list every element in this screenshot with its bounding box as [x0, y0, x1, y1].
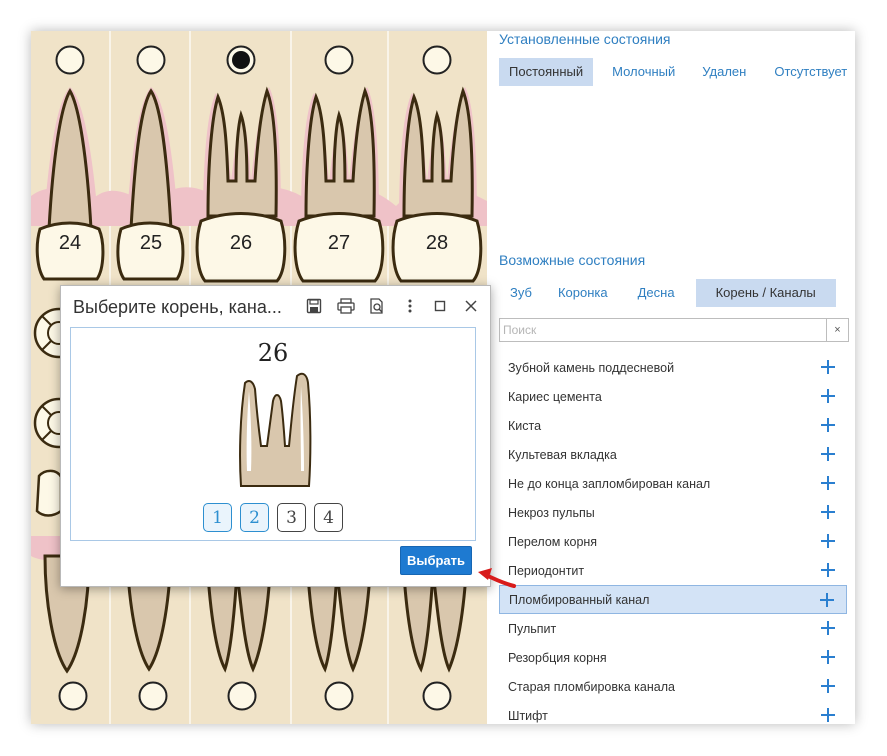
add-icon[interactable]	[821, 418, 835, 432]
list-item-label: Некроз пульпы	[508, 505, 595, 520]
print-icon[interactable]	[336, 296, 356, 316]
list-item-label: Периодонтит	[508, 563, 585, 578]
tab-root-canals[interactable]: Корень / Каналы	[695, 279, 836, 307]
tab-permanent[interactable]: Постоянный	[499, 58, 594, 86]
tooth-status-marker[interactable]	[227, 681, 257, 711]
tooth-number-24: 24	[59, 232, 81, 254]
list-item[interactable]: Киста	[499, 411, 847, 440]
more-options-icon[interactable]	[400, 296, 420, 316]
dialog-content: 26 1 2 3 4	[70, 327, 476, 541]
tooth-status-marker[interactable]	[422, 681, 452, 711]
dialog-title: Выберите корень, кана...	[73, 297, 282, 317]
lower-status-markers	[58, 681, 452, 711]
add-icon[interactable]	[821, 621, 835, 635]
add-icon[interactable]	[821, 708, 835, 722]
possible-states-list: Зубной камень поддесневой Кариес цемента…	[499, 353, 847, 724]
list-item-label: Резорбция корня	[508, 650, 607, 665]
list-item[interactable]: Пульпит	[499, 614, 847, 643]
tooth-number-25: 25	[140, 232, 162, 254]
tooth-number-26: 26	[230, 232, 252, 254]
add-icon[interactable]	[821, 360, 835, 374]
tooth-number-28: 28	[426, 232, 448, 254]
list-item-label: Пульпит	[508, 621, 557, 636]
clear-search-icon[interactable]: ×	[826, 319, 848, 341]
add-icon[interactable]	[821, 389, 835, 403]
states-panel: Установленные состояния Постоянный Молоч…	[487, 31, 855, 724]
upper-status-markers	[55, 45, 452, 75]
list-item-label: Старая пломбировка канала	[508, 679, 675, 694]
list-item-label: Культевая вкладка	[508, 447, 617, 462]
list-item[interactable]: Кариес цемента	[499, 382, 847, 411]
tooth-status-marker[interactable]	[324, 45, 354, 75]
list-item[interactable]: Не до конца запломбирован канал	[499, 469, 847, 498]
pointer-arrow-icon	[478, 568, 516, 588]
preview-icon[interactable]	[367, 296, 387, 316]
search-input[interactable]	[500, 319, 826, 341]
tab-tooth[interactable]: Зуб	[499, 279, 543, 307]
tooth-status-marker[interactable]	[138, 681, 168, 711]
list-item[interactable]: Резорбция корня	[499, 643, 847, 672]
search-box: ×	[499, 318, 849, 342]
tab-removed[interactable]: Удален	[684, 58, 756, 86]
list-item[interactable]: Старая пломбировка канала	[499, 672, 847, 701]
add-icon[interactable]	[821, 679, 835, 693]
list-item[interactable]: Перелом корня	[499, 527, 847, 556]
canal-button-2[interactable]: 2	[240, 503, 269, 532]
tooth-status-marker[interactable]	[422, 45, 452, 75]
add-icon[interactable]	[821, 476, 835, 490]
list-item[interactable]: Зубной камень поддесневой	[499, 353, 847, 382]
possible-states-tabs: Зуб Коронка Десна Корень / Каналы	[499, 279, 836, 307]
save-icon[interactable]	[304, 296, 324, 316]
list-item-label: Штифт	[508, 708, 548, 723]
list-item[interactable]: Периодонтит	[499, 556, 847, 585]
list-item-label: Кариес цемента	[508, 389, 602, 404]
canal-button-1[interactable]: 1	[203, 503, 232, 532]
tab-gum[interactable]: Десна	[628, 279, 696, 307]
choose-button[interactable]: Выбрать	[400, 546, 472, 575]
list-item-label: Не до конца запломбирован канал	[508, 476, 711, 491]
close-icon[interactable]	[461, 296, 481, 316]
tooth-status-marker-selected[interactable]	[226, 45, 256, 75]
add-icon[interactable]	[820, 593, 834, 607]
list-item-label: Пломбированный канал	[509, 592, 650, 607]
add-icon[interactable]	[821, 505, 835, 519]
tooth-status-marker[interactable]	[58, 681, 88, 711]
tooth-roots-diagram	[239, 372, 312, 487]
tab-milk[interactable]: Молочный	[593, 58, 684, 86]
installed-states-tabs: Постоянный Молочный Удален Отсутствует	[499, 58, 847, 86]
tooth-status-marker[interactable]	[324, 681, 354, 711]
dialog-tooth-number: 26	[257, 339, 289, 367]
canal-button-3[interactable]: 3	[277, 503, 306, 532]
list-item[interactable]: Культевая вкладка	[499, 440, 847, 469]
list-item-label: Зубной камень поддесневой	[508, 360, 675, 375]
tooth-status-marker[interactable]	[136, 45, 166, 75]
list-item-label: Киста	[508, 418, 542, 433]
list-item-label: Перелом корня	[508, 534, 598, 549]
select-root-dialog: Выберите корень, кана... 26 1 2 3 4 Выбр…	[60, 285, 491, 587]
possible-states-title: Возможные состояния	[499, 252, 646, 268]
add-icon[interactable]	[821, 447, 835, 461]
list-item-selected[interactable]: Пломбированный канал	[499, 585, 847, 614]
tooth-number-27: 27	[328, 232, 350, 254]
maximize-icon[interactable]	[430, 296, 450, 316]
add-icon[interactable]	[821, 534, 835, 548]
canal-selector: 1 2 3 4	[203, 503, 343, 532]
add-icon[interactable]	[821, 650, 835, 664]
tab-absent[interactable]: Отсутствует	[756, 58, 847, 86]
installed-states-title: Установленные состояния	[499, 31, 671, 47]
list-item[interactable]: Штифт	[499, 701, 847, 724]
tooth-status-marker[interactable]	[55, 45, 85, 75]
list-item[interactable]: Некроз пульпы	[499, 498, 847, 527]
add-icon[interactable]	[821, 563, 835, 577]
canal-button-4[interactable]: 4	[314, 503, 343, 532]
tab-crown[interactable]: Коронка	[543, 279, 628, 307]
